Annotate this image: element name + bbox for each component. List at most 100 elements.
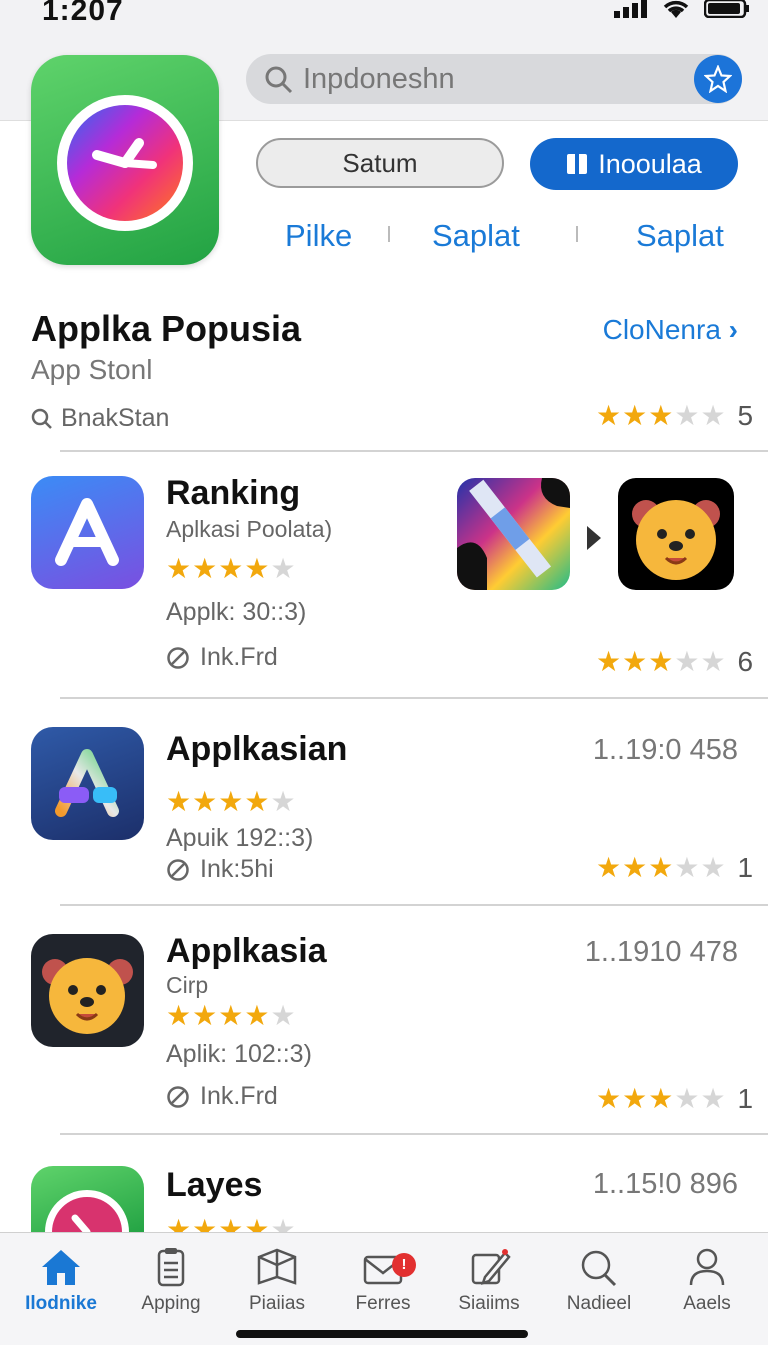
star-empty-icon: ★ — [700, 400, 726, 431]
bear-face-icon — [632, 500, 720, 580]
tab-piaiias[interactable]: Piaiias — [222, 1247, 332, 1315]
tab-label: Aaels — [683, 1293, 731, 1314]
edit-icon — [471, 1249, 511, 1285]
app-subtitle: Cirp — [166, 972, 209, 998]
app-icon-ranking[interactable] — [31, 476, 144, 589]
star-empty-icon: ★ — [674, 1083, 700, 1114]
tab-siaiims[interactable]: Siaiims — [434, 1247, 544, 1315]
app-rating: ★ ★ ★ ★ ★ 1 — [596, 852, 753, 884]
tab-label: Ferres — [355, 1293, 411, 1314]
section-title: Applka Popusia — [31, 308, 302, 349]
clock-icon — [45, 1190, 129, 1236]
star-filled-icon: ★ — [166, 786, 192, 817]
tab-aaels[interactable]: Aaels — [652, 1247, 762, 1315]
app-version: 1..15!0 896 — [592, 1168, 738, 1200]
search-icon — [265, 66, 293, 94]
chevron-right-icon: › — [728, 314, 738, 345]
tab-apping[interactable]: Apping — [116, 1247, 226, 1315]
app-icon-layes[interactable] — [31, 1166, 144, 1236]
search-placeholder: Inpdoneshn — [303, 63, 455, 95]
notification-badge: ! — [392, 1253, 416, 1277]
status-time: 1:207 — [42, 0, 124, 27]
star-filled-icon: ★ — [648, 1083, 674, 1114]
star-empty-icon: ★ — [270, 786, 296, 817]
star-filled-icon: ★ — [596, 400, 622, 431]
see-more-label: CloNenra — [602, 314, 721, 345]
pen-icon — [457, 478, 570, 590]
star-empty-icon: ★ — [674, 852, 700, 883]
tab-home[interactable]: Ilodnike — [6, 1247, 116, 1315]
star-empty-icon: ★ — [270, 553, 296, 584]
divider — [60, 697, 768, 699]
letter-a-icon — [55, 498, 119, 566]
star-rating: ★ ★ ★ ★ ★ — [166, 1002, 296, 1030]
star-filled-icon: ★ — [244, 1000, 270, 1031]
secondary-button[interactable]: Satum — [256, 138, 504, 188]
app-ink: Ink.Frd — [166, 1082, 278, 1111]
star-filled-icon: ★ — [596, 646, 622, 677]
screenshot-thumbnail[interactable] — [457, 478, 570, 590]
app-icon-applkasia[interactable] — [31, 934, 144, 1047]
tab-nadieel[interactable]: Nadieel — [544, 1247, 654, 1315]
home-indicator — [236, 1330, 528, 1338]
book-icon — [567, 154, 588, 174]
screenshot-thumbnail[interactable] — [618, 478, 734, 590]
star-rating: ★ ★ ★ ★ ★ — [596, 854, 726, 882]
star-filled-icon: ★ — [648, 400, 674, 431]
star-filled-icon: ★ — [192, 553, 218, 584]
featured-app-icon[interactable] — [31, 55, 219, 265]
favorite-button[interactable] — [694, 55, 742, 103]
letter-a-icon — [55, 749, 119, 817]
star-empty-icon: ★ — [270, 1000, 296, 1031]
section-subtitle: App Stonl — [31, 354, 153, 385]
status-bar: 1:207 — [0, 0, 768, 40]
star-filled-icon: ★ — [192, 1000, 218, 1031]
star-filled-icon: ★ — [244, 786, 270, 817]
status-icons — [614, 0, 750, 18]
app-title[interactable]: Layes — [166, 1166, 262, 1205]
tab-ferres[interactable]: ! Ferres — [328, 1247, 438, 1315]
app-meta: Applk: 30::3) — [166, 598, 307, 626]
box-icon — [257, 1248, 297, 1285]
battery-icon — [704, 0, 749, 18]
person-icon — [689, 1248, 725, 1286]
app-version: 1..1910 478 — [584, 936, 738, 968]
star-empty-icon: ★ — [700, 852, 726, 883]
link-separator — [388, 226, 390, 242]
primary-button[interactable]: Inooulaa — [530, 138, 738, 190]
star-filled-icon: ★ — [596, 852, 622, 883]
star-filled-icon: ★ — [596, 1083, 622, 1114]
block-icon — [167, 858, 189, 881]
clock-icon — [57, 95, 193, 231]
app-title[interactable]: Ranking — [166, 474, 300, 513]
search-tag[interactable]: BnakStan — [31, 404, 169, 433]
search-icon — [31, 408, 52, 429]
tab-label: Ilodnike — [25, 1293, 97, 1314]
link-3[interactable]: Saplat — [636, 218, 724, 254]
search-tag-label: BnakStan — [61, 404, 170, 432]
app-title[interactable]: Applkasia — [166, 932, 327, 971]
star-filled-icon: ★ — [622, 646, 648, 677]
app-ink-label: Ink.Frd — [200, 1082, 278, 1110]
signal-icon — [614, 0, 647, 18]
star-filled-icon: ★ — [218, 786, 244, 817]
link-2[interactable]: Saplat — [432, 218, 520, 254]
app-meta: Aplik: 102::3) — [166, 1040, 312, 1068]
divider — [60, 1133, 768, 1135]
wifi-icon — [663, 0, 689, 18]
app-meta: Apuik 192::3) — [166, 824, 314, 852]
app-rating: ★ ★ ★ ★ ★ 1 — [596, 1083, 753, 1115]
app-icon-applkasian[interactable] — [31, 727, 144, 840]
app-title[interactable]: Applkasian — [166, 730, 347, 769]
app-ink: Ink.Frd — [166, 643, 278, 672]
tab-label: Piaiias — [249, 1293, 305, 1314]
search-bar[interactable]: Inpdoneshn — [246, 54, 742, 104]
link-1[interactable]: Pilke — [285, 218, 352, 254]
star-filled-icon: ★ — [218, 553, 244, 584]
tab-label: Siaiims — [458, 1293, 520, 1314]
home-icon — [42, 1250, 80, 1285]
see-more-link[interactable]: CloNenra › — [603, 314, 738, 346]
app-rating: ★ ★ ★ ★ ★ 6 — [596, 646, 753, 678]
app-ink-label: Ink.Frd — [200, 643, 278, 671]
section-rating: ★ ★ ★ ★ ★ 5 — [596, 400, 753, 432]
